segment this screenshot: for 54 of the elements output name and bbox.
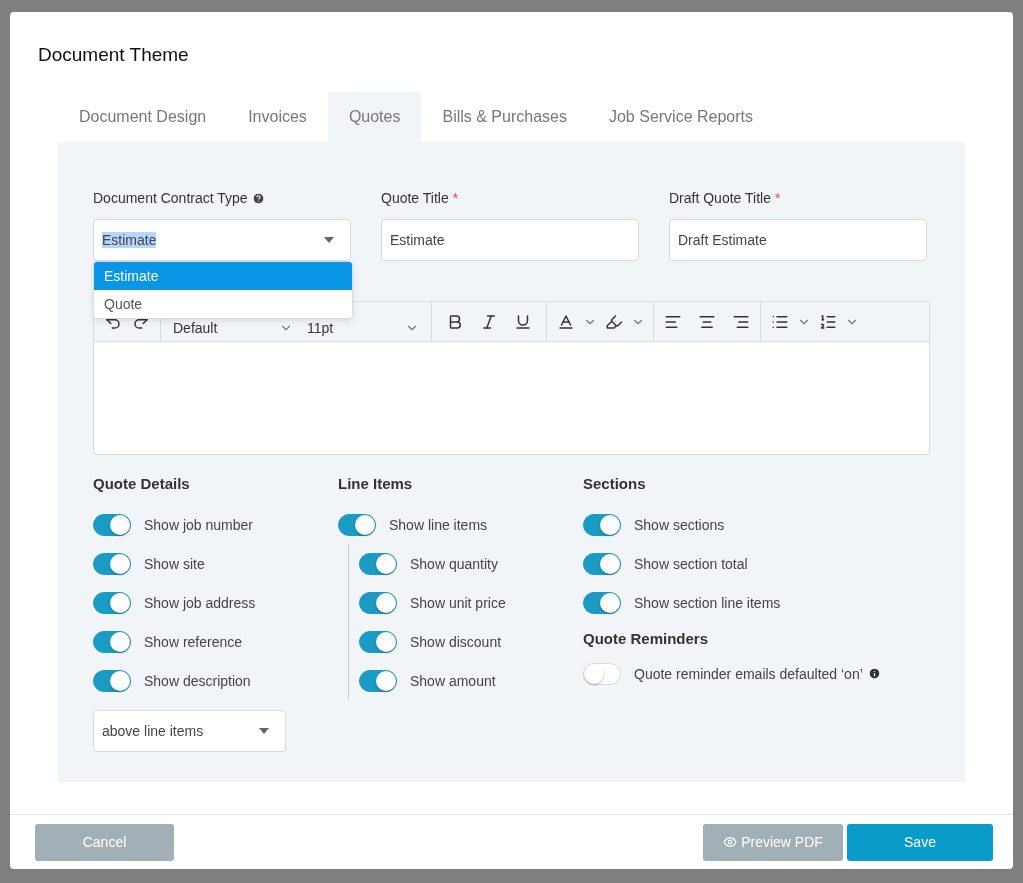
font-select[interactable]: Default [169, 317, 297, 339]
toggle-label: Show amount [410, 672, 496, 689]
toggle-label: Show sections [634, 516, 725, 533]
toggle-switch[interactable] [583, 513, 621, 536]
toggle-switch[interactable] [93, 513, 131, 536]
input-field[interactable]: Estimate [381, 219, 639, 261]
toggle-switch[interactable] [359, 591, 397, 614]
toggle-switch[interactable] [583, 591, 621, 614]
toggle-switch[interactable] [93, 591, 131, 614]
toggle-label: Show unit price [410, 594, 506, 611]
section-heading: Line Items [338, 475, 414, 494]
tab[interactable]: Job Service Reports [587, 92, 775, 142]
toggle-label: Show section total [634, 555, 748, 572]
dialog-title: Document Theme [37, 43, 190, 67]
toggle-label: Show site [144, 555, 205, 572]
toggle-switch[interactable] [93, 630, 131, 653]
dropdown-option[interactable]: Estimate [94, 262, 352, 290]
section-heading: Quote Reminders [583, 630, 710, 649]
input-field[interactable]: Draft Estimate [669, 219, 927, 261]
tab[interactable]: Document Design [58, 92, 228, 142]
toggle-label: Quote reminder emails defaulted ‘on’ [634, 665, 863, 682]
toggle-label: Show line items [389, 516, 488, 533]
eye-icon [723, 835, 738, 849]
toggle-label: Show reference [144, 633, 243, 650]
save-button[interactable]: Save [847, 823, 993, 861]
toggle-label: Show section line items [634, 594, 781, 611]
required-marker: * [774, 190, 781, 206]
position-select[interactable]: above line items [93, 710, 286, 752]
toggle-label: Show job number [144, 516, 253, 533]
section-heading: Sections [583, 475, 647, 494]
tab[interactable]: Invoices [227, 92, 328, 142]
toggle-label: Show quantity [410, 555, 498, 572]
field-label: Draft Quote Title [669, 190, 771, 206]
toggle-switch[interactable] [359, 552, 397, 575]
toggle-switch[interactable] [359, 669, 397, 692]
caret-icon [324, 237, 334, 243]
size-select[interactable]: 11pt [303, 317, 423, 339]
required-marker: * [452, 190, 459, 206]
toggle-switch[interactable] [93, 669, 131, 692]
select-field[interactable]: Estimate [93, 219, 351, 261]
toggle-switch[interactable] [583, 552, 621, 575]
toggle-label: Show description [144, 672, 251, 689]
caret-icon [259, 728, 269, 734]
toggle-switch[interactable] [93, 552, 131, 575]
dropdown-option[interactable]: Quote [94, 290, 352, 318]
field-label: Quote Title [381, 190, 449, 206]
toggle-label: Show discount [410, 633, 502, 650]
tab[interactable]: Quotes [327, 92, 422, 142]
tab[interactable]: Bills & Purchases [421, 92, 588, 142]
toggle-switch[interactable] [359, 630, 397, 653]
toggle-switch[interactable] [338, 513, 376, 536]
section-heading: Quote Details [93, 475, 191, 494]
field-label: Document Contract Type [93, 190, 248, 206]
toggle-label: Show job address [144, 594, 256, 611]
